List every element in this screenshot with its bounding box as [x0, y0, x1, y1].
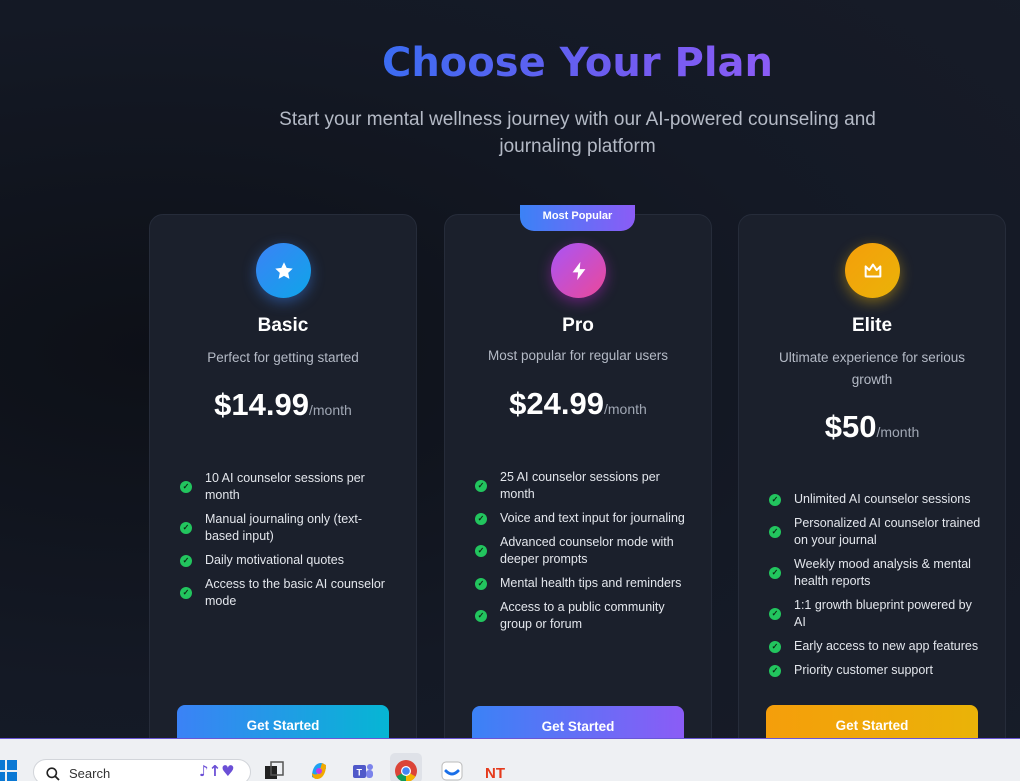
check-icon: ✓	[769, 526, 781, 538]
price-period: /month	[309, 402, 352, 418]
feature-item: ✓ Mental health tips and reminders	[473, 575, 691, 592]
feature-item: ✓ Early access to new app features	[767, 638, 985, 655]
feature-list: ✓ 25 AI counselor sessions per month ✓ Voi…	[473, 469, 691, 640]
plan-card-basic: Basic Perfect for getting started $14.99…	[149, 214, 417, 774]
plan-description: Perfect for getting started	[207, 350, 359, 365]
check-icon: ✓	[769, 493, 781, 506]
check-icon: ✓	[180, 554, 192, 567]
check-icon: ✓	[475, 512, 487, 525]
feature-item: ✓ 1:1 growth blueprint powered by AI	[767, 597, 985, 631]
feature-item: ✓ Voice and text input for journaling	[473, 510, 691, 527]
check-icon: ✓	[769, 640, 781, 653]
taskbar: Search ♪↑♥ T NT	[0, 738, 1020, 781]
feature-item: ✓ 25 AI counselor sessions per month	[473, 469, 691, 503]
price-amount: $24.99	[509, 386, 604, 421]
feature-item: ✓ Unlimited AI counselor sessions	[767, 491, 985, 508]
plan-price: $24.99/month	[445, 386, 711, 422]
taskbar-search-box[interactable]: Search ♪↑♥	[33, 759, 251, 781]
plan-description: Ultimate experience for serious growth	[778, 350, 966, 387]
feature-item: ✓ Priority customer support	[767, 662, 985, 679]
check-icon: ✓	[475, 545, 487, 557]
crown-icon	[845, 243, 900, 298]
feature-item: ✓ Advanced counselor mode with deeper pro…	[473, 534, 691, 568]
feature-list: ✓ 10 AI counselor sessions per month ✓ Man…	[178, 470, 396, 617]
feature-item: ✓ Access to the basic AI counselor mode	[178, 576, 396, 610]
app-icon[interactable]	[440, 759, 464, 781]
check-icon: ✓	[180, 481, 192, 493]
plan-name: Elite	[851, 315, 893, 336]
feature-list: ✓ Unlimited AI counselor sessions ✓ Person…	[767, 491, 985, 686]
plan-price: $14.99/month	[150, 387, 416, 423]
plan-card-pro: Pro Most popular for regular users $24.9…	[444, 214, 712, 774]
task-view-icon[interactable]	[262, 759, 286, 781]
check-icon: ✓	[475, 480, 487, 492]
price-amount: $14.99	[214, 387, 309, 422]
check-icon: ✓	[475, 577, 487, 590]
most-popular-badge: Most Popular	[520, 205, 635, 231]
chrome-icon[interactable]	[394, 759, 418, 781]
windows-start-icon[interactable]	[0, 759, 18, 781]
check-icon: ✓	[769, 567, 781, 579]
plan-name: Pro	[562, 315, 594, 336]
page-title: Choose Your Plan	[381, 40, 774, 86]
price-period: /month	[604, 401, 647, 417]
svg-text:NT: NT	[485, 765, 505, 781]
feature-item: ✓ 10 AI counselor sessions per month	[178, 470, 396, 504]
plan-card-elite: Elite Ultimate experience for serious gr…	[738, 214, 1006, 774]
feature-item: ✓ Weekly mood analysis & mental health re…	[767, 556, 985, 590]
check-icon: ✓	[769, 664, 781, 677]
feature-item: ✓ Personalized AI counselor trained on yo…	[767, 515, 985, 549]
plan-name: Basic	[257, 315, 309, 336]
search-highlight-icon: ♪↑♥	[199, 762, 235, 780]
page-subtitle: Start your mental wellness journey with …	[279, 109, 876, 157]
nt-app-icon[interactable]: NT	[484, 759, 508, 781]
search-placeholder: Search	[69, 766, 111, 781]
plan-price: $50/month	[739, 409, 1005, 445]
feature-item: ✓ Access to a public community group or f…	[473, 599, 691, 633]
plan-description: Most popular for regular users	[487, 348, 669, 363]
svg-text:T: T	[357, 768, 363, 778]
star-icon	[256, 243, 311, 298]
check-icon: ✓	[769, 608, 781, 620]
feature-item: ✓ Manual journaling only (text-based inpu…	[178, 511, 396, 545]
search-icon	[46, 766, 60, 781]
teams-icon[interactable]: T	[351, 759, 375, 781]
check-icon: ✓	[180, 587, 192, 599]
lightning-icon	[551, 243, 606, 298]
price-period: /month	[876, 424, 920, 440]
check-icon: ✓	[475, 610, 487, 622]
check-icon: ✓	[180, 522, 192, 534]
feature-item: ✓ Daily motivational quotes	[178, 552, 396, 569]
copilot-icon[interactable]	[307, 759, 331, 781]
price-amount: $50	[824, 409, 877, 444]
